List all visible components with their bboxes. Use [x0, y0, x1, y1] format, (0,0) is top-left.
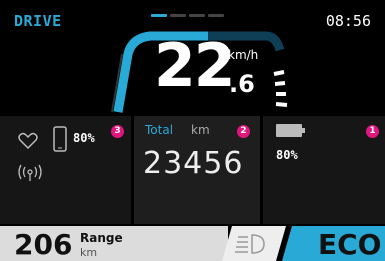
speed-decimal: .6: [229, 70, 255, 98]
odometer-value: 23456: [143, 146, 244, 181]
badge-2: 2: [237, 125, 250, 138]
badge-3: 3: [111, 125, 124, 138]
battery-icon: [276, 124, 305, 137]
range-unit: km: [80, 246, 98, 259]
odometer-label: Total: [145, 123, 174, 137]
speed-value: 22: [154, 31, 235, 101]
signal-icon: [18, 164, 42, 181]
bike-battery-percent: 80%: [276, 148, 298, 162]
speed-unit: km/h: [228, 48, 259, 62]
rpm-ticks: [273, 70, 288, 107]
phone-battery-percent: 80%: [73, 131, 95, 145]
assist-mode-eco[interactable]: ECO: [318, 228, 381, 261]
phone-icon: [53, 126, 67, 152]
odometer-unit: km: [191, 123, 210, 137]
range-label: Range: [80, 231, 123, 245]
drive-mode-label: DRIVE: [14, 12, 62, 30]
heart-icon: [18, 132, 38, 150]
range-value: 206: [14, 228, 73, 261]
clock: 08:56: [325, 12, 371, 30]
badge-1: 1: [366, 125, 379, 138]
headlight-icon[interactable]: [234, 232, 268, 256]
